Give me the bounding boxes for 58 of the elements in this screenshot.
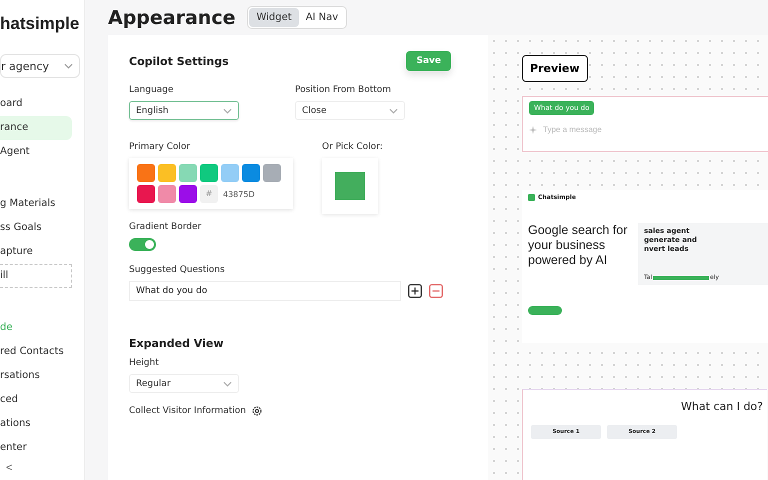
chevron-icon	[223, 108, 232, 114]
field-label: Gradient Border	[129, 222, 202, 232]
field-label: Position From Bottom	[295, 85, 392, 95]
preview-button[interactable]: Preview	[522, 55, 588, 82]
chevron-icon	[223, 380, 232, 386]
nav-item[interactable]: enter	[0, 436, 84, 460]
nav-item[interactable]: rance	[0, 116, 72, 140]
position-dropdown[interactable]: Close	[295, 101, 405, 120]
app-logo: hatsimple	[0, 13, 80, 35]
section-title: Expanded View	[129, 337, 224, 350]
collapse-button[interactable]: <	[0, 462, 20, 474]
field-label: Primary Color	[129, 142, 190, 152]
nav-item[interactable]: g Materials	[0, 192, 84, 216]
color-swatch[interactable]	[158, 185, 176, 203]
page-title: Appearance	[108, 6, 236, 28]
nav-item[interactable]: oard	[0, 92, 84, 116]
color-swatch[interactable]	[158, 164, 176, 182]
nav-item[interactable]: Agent	[0, 140, 84, 164]
nav-item[interactable]: apture	[0, 240, 84, 264]
chevron-icon	[389, 108, 398, 114]
toggle-switch[interactable]	[129, 238, 156, 251]
chevron-icon	[64, 63, 73, 69]
color-swatch[interactable]	[200, 164, 218, 182]
hash-label: #	[200, 185, 218, 203]
field-label: Or Pick Color:	[322, 142, 383, 152]
site-headline: Google search for your business powered by AI	[528, 223, 628, 269]
language-dropdown[interactable]: English	[129, 101, 239, 120]
hex-input[interactable]: 43875D	[221, 190, 281, 198]
nav-item[interactable]: ced	[0, 388, 84, 412]
color-swatch[interactable]	[137, 164, 155, 182]
color-swatch[interactable]	[137, 185, 155, 203]
nav-item[interactable]: ations	[0, 412, 84, 436]
nav-item[interactable]: ss Goals	[0, 216, 84, 240]
settings-icon[interactable]	[251, 405, 264, 417]
nav-item[interactable]: rsations	[0, 364, 84, 388]
tab[interactable]: Widget	[249, 8, 299, 27]
field-label: Suggested Questions	[129, 265, 225, 275]
nav-item[interactable]: red Contacts	[0, 340, 84, 364]
sparkle-icon	[529, 126, 537, 134]
nav-item[interactable]: ill	[0, 264, 72, 288]
field-label: Height	[129, 358, 159, 368]
color-swatch[interactable]	[263, 164, 281, 182]
height-dropdown[interactable]: Regular	[129, 374, 239, 393]
color-swatch[interactable]	[221, 164, 239, 182]
remove-icon[interactable]	[429, 284, 443, 298]
section-title: Copilot Settings	[129, 54, 229, 68]
message-input[interactable]: Type a message	[543, 125, 693, 134]
question-input[interactable]: What do you do	[129, 281, 401, 301]
progress-drawing	[653, 276, 710, 280]
add-icon[interactable]	[408, 284, 422, 298]
field-label: Collect Visitor Information	[129, 406, 246, 416]
logo-icon	[528, 194, 535, 201]
color-swatch[interactable]	[179, 164, 197, 182]
question-heading: What can I do?	[681, 400, 763, 413]
color-swatch[interactable]	[242, 164, 260, 182]
field-label: Language	[129, 85, 174, 95]
workspace-dropdown[interactable]: r agency	[0, 54, 80, 78]
color-swatch[interactable]	[179, 185, 197, 203]
